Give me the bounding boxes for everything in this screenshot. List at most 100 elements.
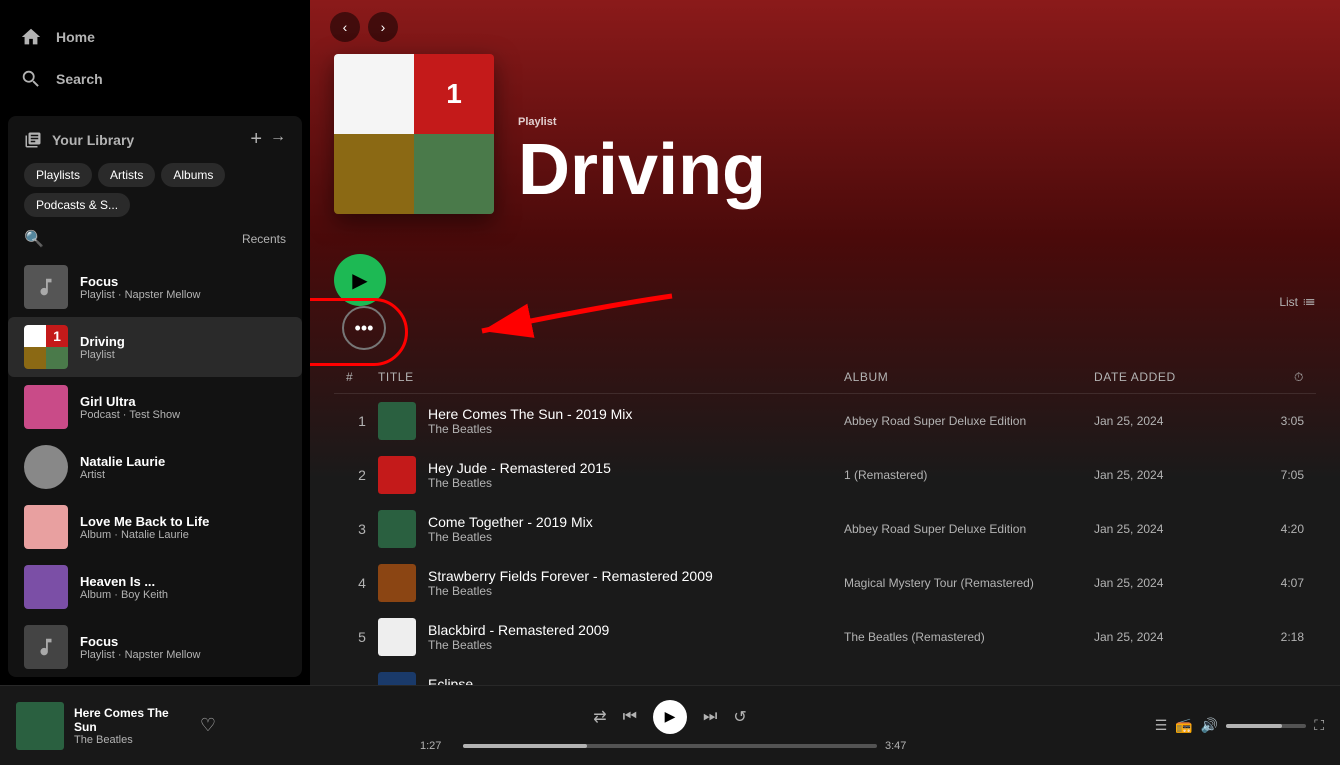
play-button[interactable]: ▶ (334, 254, 386, 306)
queue-icon[interactable]: ☰ (1155, 717, 1168, 734)
track-row[interactable]: 1 Here Comes The Sun - 2019 Mix The Beat… (334, 394, 1316, 448)
playlist-meta: Playlist Driving (518, 116, 1316, 214)
track-row[interactable]: 5 Blackbird - Remastered 2009 The Beatle… (334, 610, 1316, 664)
filter-albums[interactable]: Albums (161, 163, 225, 187)
item-thumb (24, 445, 68, 489)
col-header-title: Title (378, 370, 844, 385)
filter-podcasts[interactable]: Podcasts & S... (24, 193, 130, 217)
item-sub: Podcast · Test Show (80, 409, 286, 421)
player-track-info: Here Comes The Sun The Beatles ♡ (16, 702, 216, 750)
item-name: Heaven Is ... (80, 574, 286, 589)
home-icon (20, 26, 42, 48)
sidebar-item-home[interactable]: Home (8, 16, 302, 58)
item-info: Love Me Back to Life Album · Natalie Lau… (80, 514, 286, 541)
volume-fill (1226, 724, 1282, 728)
more-options-button[interactable]: ••• (342, 306, 386, 350)
list-view-button[interactable]: List (1279, 295, 1316, 309)
player-right: ☰ 📻 🔊 ⛶ (1124, 717, 1324, 734)
progress-current: 1:27 (420, 740, 455, 752)
track-text: Strawberry Fields Forever - Remastered 2… (428, 568, 713, 598)
item-thumb (24, 505, 68, 549)
progress-total: 3:47 (885, 740, 920, 752)
list-item[interactable]: Focus Playlist · Napster Mellow (8, 617, 302, 677)
filter-playlists[interactable]: Playlists (24, 163, 92, 187)
item-info: Focus Playlist · Napster Mellow (80, 634, 286, 661)
track-table-header: # Title Album Date added ⏱ (334, 362, 1316, 394)
item-name-driving: Driving (80, 334, 286, 349)
player-track-artist: The Beatles (74, 734, 180, 746)
sidebar-item-search[interactable]: Search (8, 58, 302, 100)
volume-bar[interactable] (1226, 724, 1306, 728)
item-name: Focus (80, 274, 286, 289)
track-number: 1 (346, 413, 378, 429)
list-item[interactable]: Natalie Laurie Artist (8, 437, 302, 497)
library-title: Your Library (24, 131, 134, 149)
track-number: 5 (346, 629, 378, 645)
heart-icon[interactable]: ♡ (200, 715, 216, 736)
previous-button[interactable]: ⏮ (623, 708, 637, 726)
sidebar-nav: Home Search (0, 0, 310, 108)
track-date: Jan 25, 2024 (1094, 630, 1244, 644)
item-sub: Playlist · Napster Mellow (80, 649, 286, 661)
list-item[interactable]: Love Me Back to Life Album · Natalie Lau… (8, 497, 302, 557)
track-artist: The Beatles (428, 476, 611, 490)
col-header-album: Album (844, 370, 1094, 385)
item-info: Girl Ultra Podcast · Test Show (80, 394, 286, 421)
main-content: ‹ › 1 Playlist Driving ▶ ••• (310, 0, 1340, 685)
track-duration: 4:07 (1244, 576, 1304, 590)
list-item[interactable]: Focus Playlist · Napster Mellow (8, 257, 302, 317)
player-track-text: Here Comes The Sun The Beatles (74, 706, 180, 746)
recents-label[interactable]: Recents (242, 232, 286, 246)
library-header: Your Library + → (8, 116, 302, 159)
forward-button[interactable]: › (368, 12, 398, 42)
player-play-button[interactable]: ▶ (653, 700, 687, 734)
track-duration: 2:18 (1244, 630, 1304, 644)
item-name: Girl Ultra (80, 394, 286, 409)
track-row[interactable]: 6 Eclipse Dominic Miller, Neil Stacey Ne… (334, 664, 1316, 685)
item-thumb-focus (24, 265, 68, 309)
col-header-duration: ⏱ (1244, 370, 1304, 385)
cover-quad-2: 1 (414, 54, 494, 134)
track-artist: The Beatles (428, 422, 632, 436)
list-item[interactable]: Heaven Is ... Album · Boy Keith (8, 557, 302, 617)
next-button[interactable]: ⏭ (703, 708, 717, 726)
track-date: Jan 25, 2024 (1094, 522, 1244, 536)
track-date: Jan 25, 2024 (1094, 576, 1244, 590)
item-thumb (24, 565, 68, 609)
track-album: Abbey Road Super Deluxe Edition (844, 522, 1094, 536)
track-duration: 7:05 (1244, 468, 1304, 482)
track-album: 1 (Remastered) (844, 468, 1094, 482)
playlist-cover: 1 (334, 54, 494, 214)
controls-row-wrapper: ▶ ••• (334, 254, 386, 350)
track-row[interactable]: 3 Come Together - 2019 Mix The Beatles A… (334, 502, 1316, 556)
playlist-hero: 1 Playlist Driving (310, 54, 1340, 238)
more-btn-wrapper: ••• (342, 306, 386, 350)
list-item-driving[interactable]: 1 Driving Playlist (8, 317, 302, 377)
progress-bar[interactable] (463, 744, 877, 748)
library-list: Focus Playlist · Napster Mellow 1 (8, 257, 302, 677)
track-text: Come Together - 2019 Mix The Beatles (428, 514, 593, 544)
item-info: Focus Playlist · Napster Mellow (80, 274, 286, 301)
volume-icon[interactable]: 🔊 (1201, 717, 1218, 734)
player-bar: Here Comes The Sun The Beatles ♡ ⇄ ⏮ ▶ ⏭… (0, 685, 1340, 765)
track-row[interactable]: 4 Strawberry Fields Forever - Remastered… (334, 556, 1316, 610)
library-search-icon[interactable]: 🔍 (24, 229, 44, 249)
filter-artists[interactable]: Artists (98, 163, 155, 187)
shuffle-button[interactable]: ⇄ (593, 707, 606, 727)
track-thumb (378, 402, 416, 440)
fullscreen-icon[interactable]: ⛶ (1314, 717, 1324, 734)
add-library-icon[interactable]: + (250, 128, 262, 151)
playlist-title: Driving (518, 134, 1316, 206)
list-item[interactable]: Girl Ultra Podcast · Test Show (8, 377, 302, 437)
track-row[interactable]: 2 Hey Jude - Remastered 2015 The Beatles… (334, 448, 1316, 502)
repeat-button[interactable]: ↺ (733, 707, 746, 727)
track-number: 2 (346, 467, 378, 483)
expand-library-icon[interactable]: → (270, 128, 286, 151)
track-duration: 4:20 (1244, 522, 1304, 536)
track-date: Jan 25, 2024 (1094, 468, 1244, 482)
cover-quad-3 (334, 134, 414, 214)
back-button[interactable]: ‹ (330, 12, 360, 42)
library-actions: + → (250, 128, 286, 151)
track-name: Blackbird - Remastered 2009 (428, 622, 609, 638)
device-icon[interactable]: 📻 (1175, 717, 1192, 734)
